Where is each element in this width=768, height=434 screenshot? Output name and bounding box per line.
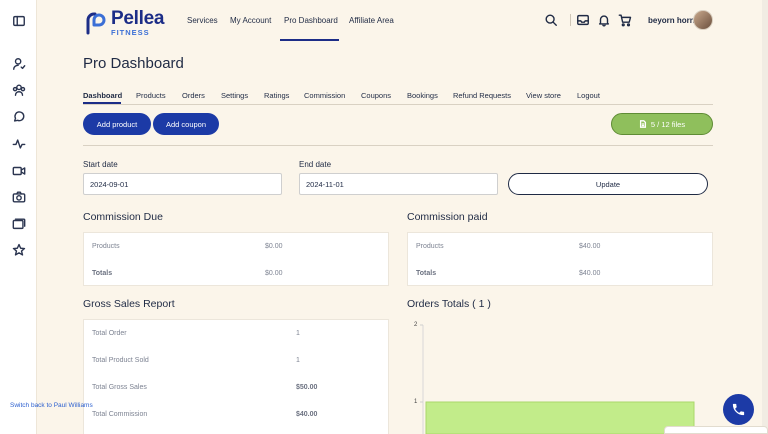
nav-active-indicator bbox=[280, 39, 339, 41]
orders-chart-svg bbox=[420, 324, 695, 434]
divider bbox=[83, 104, 713, 105]
logo-sub: FITNESS bbox=[111, 28, 150, 37]
row-label: Total Commission bbox=[92, 411, 148, 418]
chat-icon[interactable] bbox=[10, 108, 27, 125]
row-value: $0.00 bbox=[265, 243, 283, 250]
add-coupon-button[interactable]: Add coupon bbox=[153, 113, 219, 135]
files-quota-button[interactable]: 5 / 12 files bbox=[611, 113, 713, 135]
subnav-logout[interactable]: Logout bbox=[577, 91, 600, 100]
orders-chart: 2 1 bbox=[407, 318, 713, 434]
start-date-input[interactable] bbox=[83, 173, 282, 195]
add-product-button[interactable]: Add product bbox=[83, 113, 151, 135]
gallery-icon[interactable] bbox=[10, 215, 27, 232]
scrollbar[interactable] bbox=[762, 0, 768, 434]
gross-sales-card: Total Order 1 Total Product Sold 1 Total… bbox=[83, 319, 389, 434]
subnav-refund-requests[interactable]: Refund Requests bbox=[453, 91, 511, 100]
row-label: Totals bbox=[92, 270, 113, 277]
chart-bar bbox=[425, 401, 695, 434]
end-date-label: End date bbox=[299, 160, 332, 169]
sidebar-toggle-icon[interactable] bbox=[10, 12, 27, 29]
subnav-ratings[interactable]: Ratings bbox=[264, 91, 289, 100]
commission-paid-title: Commission paid bbox=[407, 211, 488, 223]
row-label: Totals bbox=[416, 270, 437, 277]
row-value: $40.00 bbox=[579, 243, 601, 250]
row-label: Total Gross Sales bbox=[92, 384, 147, 391]
phone-icon bbox=[732, 403, 745, 416]
subnav-products[interactable]: Products bbox=[136, 91, 166, 100]
video-icon[interactable] bbox=[10, 162, 27, 179]
nav-pro-dashboard[interactable]: Pro Dashboard bbox=[284, 16, 338, 25]
row-value: $0.00 bbox=[265, 270, 283, 277]
inbox-icon[interactable] bbox=[576, 13, 590, 27]
page-title: Pro Dashboard bbox=[83, 55, 184, 72]
subnav-orders[interactable]: Orders bbox=[182, 91, 205, 100]
nav-affiliate-area[interactable]: Affiliate Area bbox=[349, 16, 394, 25]
subnav-dashboard[interactable]: Dashboard bbox=[83, 91, 122, 100]
files-quota-label: 5 / 12 files bbox=[650, 119, 686, 129]
commission-due-card: Products $0.00 Totals $0.00 bbox=[83, 232, 389, 286]
divider bbox=[83, 145, 713, 146]
bell-icon[interactable] bbox=[597, 13, 611, 27]
subnav-commission[interactable]: Commission bbox=[304, 91, 345, 100]
left-rail bbox=[0, 0, 37, 434]
switch-user-link[interactable]: Switch back to Paul Williams bbox=[10, 402, 93, 409]
logo-mark-icon bbox=[86, 12, 106, 35]
end-date-input[interactable] bbox=[299, 173, 498, 195]
row-label: Products bbox=[92, 243, 120, 250]
row-value: $40.00 bbox=[579, 270, 601, 277]
call-button[interactable] bbox=[723, 394, 754, 425]
subnav-settings[interactable]: Settings bbox=[221, 91, 248, 100]
subnav-bookings[interactable]: Bookings bbox=[407, 91, 438, 100]
divider bbox=[570, 14, 571, 26]
search-icon[interactable] bbox=[544, 13, 558, 27]
row-value: 1 bbox=[296, 330, 300, 337]
nav-services[interactable]: Services bbox=[187, 16, 218, 25]
update-button[interactable]: Update bbox=[508, 173, 708, 195]
row-value: $40.00 bbox=[296, 411, 318, 418]
chat-widget-panel[interactable] bbox=[664, 426, 768, 434]
activity-icon[interactable] bbox=[10, 135, 27, 152]
row-value: $50.00 bbox=[296, 384, 318, 391]
start-date-label: Start date bbox=[83, 160, 118, 169]
logo-name: Pellea bbox=[111, 8, 165, 29]
logo[interactable]: Pellea FITNESS bbox=[84, 9, 164, 37]
user-name[interactable]: beyorn horn bbox=[648, 16, 695, 25]
y-tick-label: 1 bbox=[414, 399, 418, 405]
subnav-coupons[interactable]: Coupons bbox=[361, 91, 391, 100]
row-label: Total Product Sold bbox=[92, 357, 149, 364]
cart-icon[interactable] bbox=[618, 13, 632, 27]
nav-my-account[interactable]: My Account bbox=[230, 16, 271, 25]
commission-due-title: Commission Due bbox=[83, 211, 163, 223]
avatar[interactable] bbox=[693, 10, 713, 30]
y-tick-label: 2 bbox=[414, 322, 418, 328]
subnav-view-store[interactable]: View store bbox=[526, 91, 561, 100]
commission-paid-card: Products $40.00 Totals $40.00 bbox=[407, 232, 713, 286]
row-label: Total Order bbox=[92, 330, 127, 337]
user-icon[interactable] bbox=[10, 55, 27, 72]
camera-icon[interactable] bbox=[10, 188, 27, 205]
users-icon[interactable] bbox=[10, 81, 27, 98]
row-value: 1 bbox=[296, 357, 300, 364]
top-bar: Pellea FITNESS Services My Account Pro D… bbox=[37, 0, 768, 41]
orders-totals-title: Orders Totals ( 1 ) bbox=[407, 298, 491, 310]
file-icon bbox=[639, 120, 646, 128]
star-icon[interactable] bbox=[10, 241, 27, 258]
gross-sales-title: Gross Sales Report bbox=[83, 298, 175, 310]
row-label: Products bbox=[416, 243, 444, 250]
